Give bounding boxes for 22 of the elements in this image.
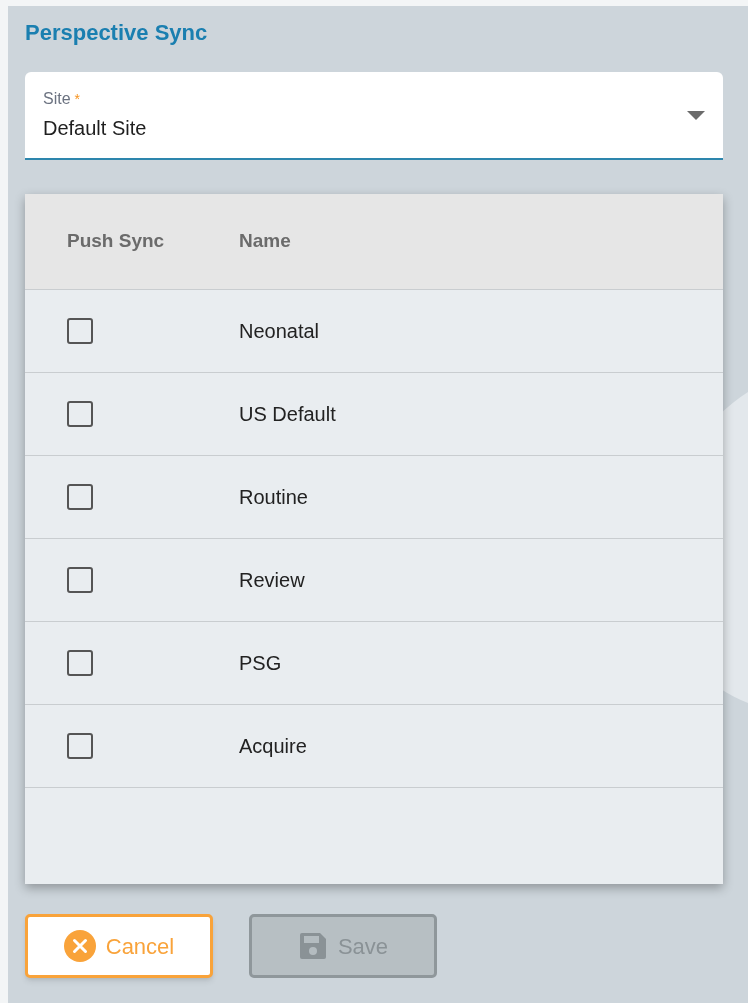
table-cell-text: Acquire (239, 734, 307, 759)
column-header: Push Sync (66, 229, 166, 254)
checkbox[interactable] (67, 650, 93, 676)
checkbox[interactable] (67, 484, 93, 510)
cancel-button[interactable]: Cancel (25, 914, 213, 978)
table-cell-text: Routine (239, 485, 308, 510)
checkbox[interactable] (67, 567, 93, 593)
column-header: Name (239, 229, 291, 254)
site-select[interactable]: Site * Default Site (25, 72, 723, 160)
caret-icon (687, 110, 705, 120)
table-cell-text: US Default (239, 402, 336, 427)
table-cell-text: Review (239, 568, 305, 593)
field-value: Default Site (43, 116, 148, 141)
checkbox[interactable] (67, 733, 93, 759)
page-title: Perspective Sync (25, 19, 209, 47)
close-circle-icon (63, 930, 96, 962)
table-cell-text: Neonatal (239, 319, 320, 344)
checkbox[interactable] (67, 318, 93, 344)
table-cell-text: PSG (239, 651, 282, 676)
required-mark: * (74, 89, 81, 109)
checkbox[interactable] (67, 401, 93, 427)
field-label: Site (43, 89, 71, 109)
